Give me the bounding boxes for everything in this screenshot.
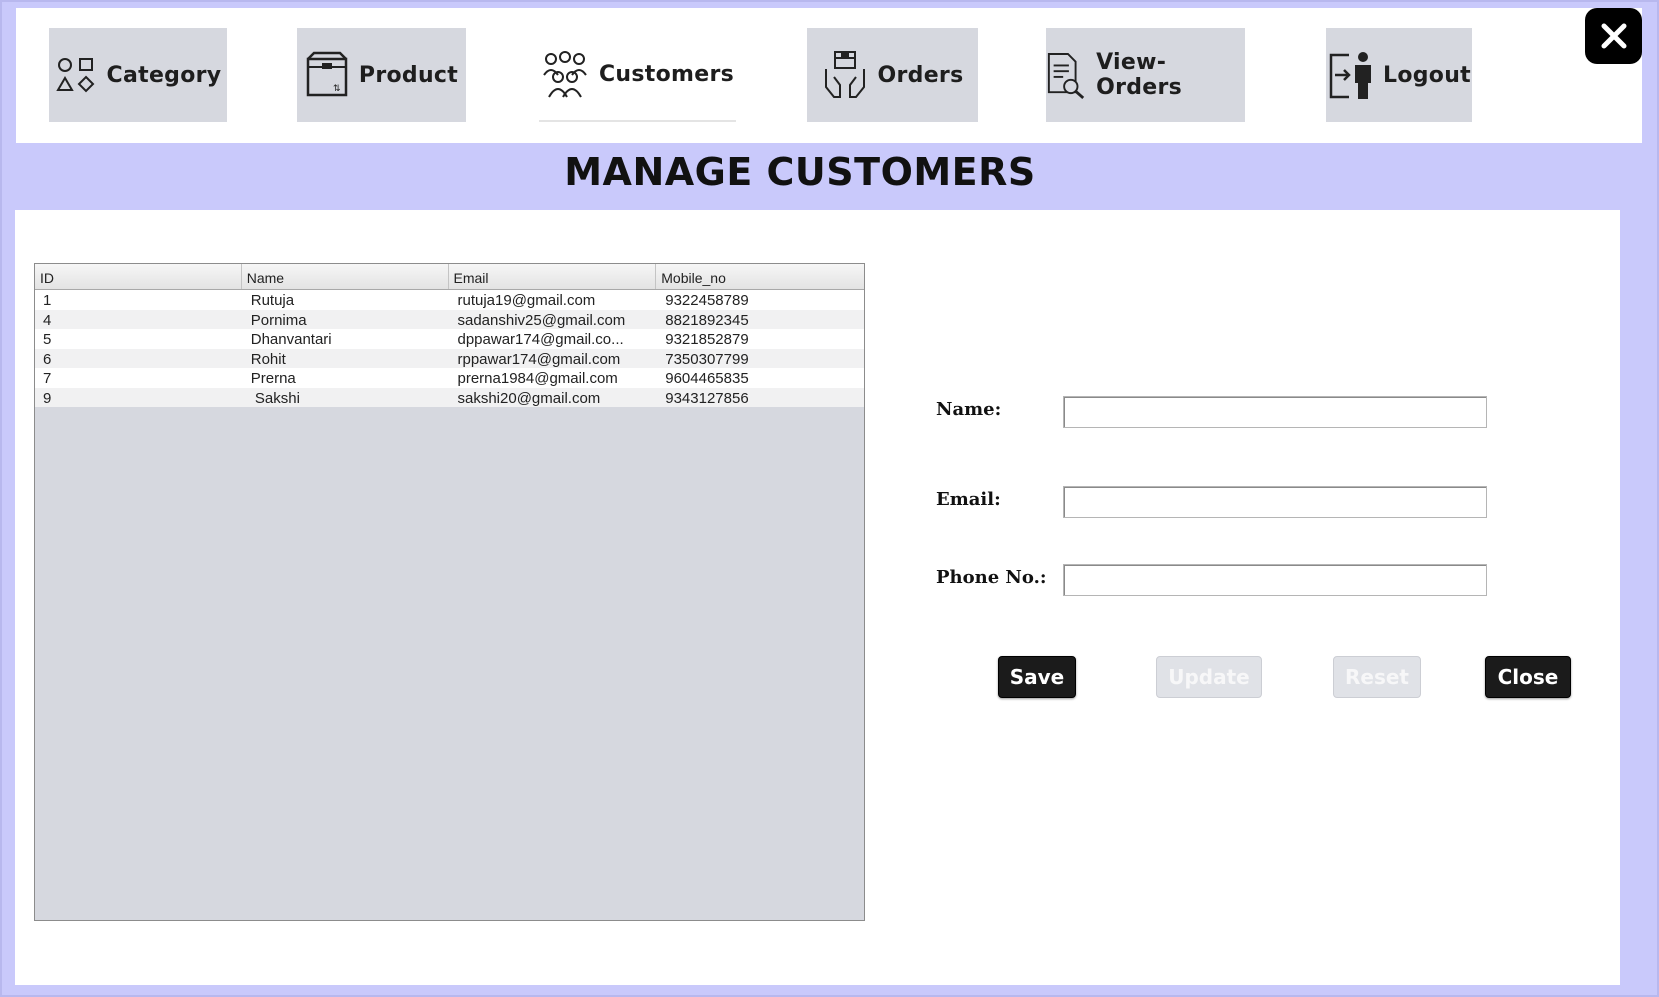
shapes-icon bbox=[55, 58, 94, 93]
phone-field[interactable] bbox=[1063, 564, 1487, 596]
cell-id: 7 bbox=[43, 370, 52, 387]
close-icon bbox=[1601, 23, 1626, 49]
nav-logout-label: Logout bbox=[1383, 62, 1471, 88]
cell-email: sakshi20@gmail.com bbox=[457, 389, 601, 407]
box-icon: ⇅ bbox=[306, 51, 348, 97]
phone-label: Phone No.: bbox=[936, 567, 1047, 588]
column-header-name[interactable]: Name bbox=[242, 264, 449, 289]
column-header-id[interactable]: ID bbox=[35, 264, 242, 289]
nav-product-button[interactable]: ⇅ Product bbox=[297, 28, 466, 122]
delivery-hands-icon bbox=[824, 51, 865, 98]
main-panel: ID Name Email Mobile_no 1 Rutuja rutuja1… bbox=[15, 210, 1620, 985]
logout-door-icon bbox=[1329, 52, 1371, 99]
nav-customers-tab[interactable]: Customers bbox=[539, 28, 736, 122]
cell-email: prerna1984@gmail.com bbox=[457, 370, 618, 387]
cell-mobile: 9343127856 bbox=[665, 389, 749, 407]
table-row[interactable]: 4 Pornima sadanshiv25@gmail.com 88218923… bbox=[35, 309, 864, 329]
cell-email: sadanshiv25@gmail.com bbox=[457, 311, 626, 329]
nav-orders-button[interactable]: Orders bbox=[807, 28, 978, 122]
cell-id: 6 bbox=[43, 350, 52, 368]
save-button[interactable]: Save bbox=[998, 656, 1076, 698]
column-header-email[interactable]: Email bbox=[449, 264, 657, 289]
document-search-icon bbox=[1047, 53, 1085, 99]
top-navigation: Category ⇅ Product Customers Orders View… bbox=[16, 8, 1642, 143]
cell-id: 9 bbox=[43, 389, 52, 407]
name-label: Name: bbox=[936, 399, 1002, 420]
cell-mobile: 9322458789 bbox=[665, 292, 749, 309]
customers-table[interactable]: ID Name Email Mobile_no 1 Rutuja rutuja1… bbox=[34, 263, 865, 921]
table-header: ID Name Email Mobile_no bbox=[35, 264, 864, 290]
nav-customers-label: Customers bbox=[598, 61, 735, 87]
close-window-button[interactable] bbox=[1585, 8, 1642, 64]
nav-logout-button[interactable]: Logout bbox=[1326, 28, 1472, 122]
nav-view-orders-label: View-Orders bbox=[1096, 50, 1183, 100]
nav-product-label: Product bbox=[358, 62, 459, 88]
cell-email: rutuja19@gmail.com bbox=[457, 292, 596, 309]
cell-name: Rohit bbox=[250, 350, 286, 368]
cell-mobile: 9321852879 bbox=[665, 331, 749, 348]
nav-view-orders-button[interactable]: View-Orders bbox=[1046, 28, 1245, 122]
cell-id: 4 bbox=[43, 311, 52, 329]
table-row[interactable]: 5 Dhanvantari dppawar174@gmail.co... 932… bbox=[35, 329, 864, 349]
column-header-mobile[interactable]: Mobile_no bbox=[656, 264, 864, 289]
email-label: Email: bbox=[936, 489, 1001, 510]
cell-mobile: 8821892345 bbox=[665, 311, 749, 329]
cell-name: Pornima bbox=[250, 311, 307, 329]
nav-orders-label: Orders bbox=[877, 62, 964, 88]
email-field[interactable] bbox=[1063, 486, 1487, 518]
close-button[interactable]: Close bbox=[1485, 656, 1571, 698]
table-row[interactable]: 6 Rohit rppawar174@gmail.com 7350307799 bbox=[35, 348, 864, 368]
cell-name: Dhanvantari bbox=[250, 331, 332, 348]
reset-button[interactable]: Reset bbox=[1333, 656, 1421, 698]
table-row[interactable]: 1 Rutuja rutuja19@gmail.com 9322458789 bbox=[35, 290, 864, 310]
name-field[interactable] bbox=[1063, 396, 1487, 428]
cell-mobile: 9604465835 bbox=[665, 370, 749, 387]
people-icon bbox=[543, 51, 587, 98]
table-row[interactable]: 7 Prerna prerna1984@gmail.com 9604465835 bbox=[35, 368, 864, 388]
svg-text:⇅: ⇅ bbox=[333, 84, 341, 94]
table-row[interactable]: 9 Sakshi sakshi20@gmail.com 9343127856 bbox=[35, 387, 864, 407]
cell-name: Sakshi bbox=[250, 389, 300, 407]
cell-name: Rutuja bbox=[250, 292, 295, 309]
nav-category-label: Category bbox=[106, 62, 222, 88]
cell-email: dppawar174@gmail.co... bbox=[457, 331, 624, 348]
page-title: MANAGE CUSTOMERS bbox=[564, 150, 1036, 194]
cell-id: 5 bbox=[43, 331, 52, 348]
nav-category-button[interactable]: Category bbox=[49, 28, 227, 122]
update-button[interactable]: Update bbox=[1156, 656, 1262, 698]
cell-mobile: 7350307799 bbox=[665, 350, 749, 368]
cell-email: rppawar174@gmail.com bbox=[457, 350, 621, 368]
cell-name: Prerna bbox=[250, 370, 296, 387]
cell-id: 1 bbox=[43, 292, 52, 309]
